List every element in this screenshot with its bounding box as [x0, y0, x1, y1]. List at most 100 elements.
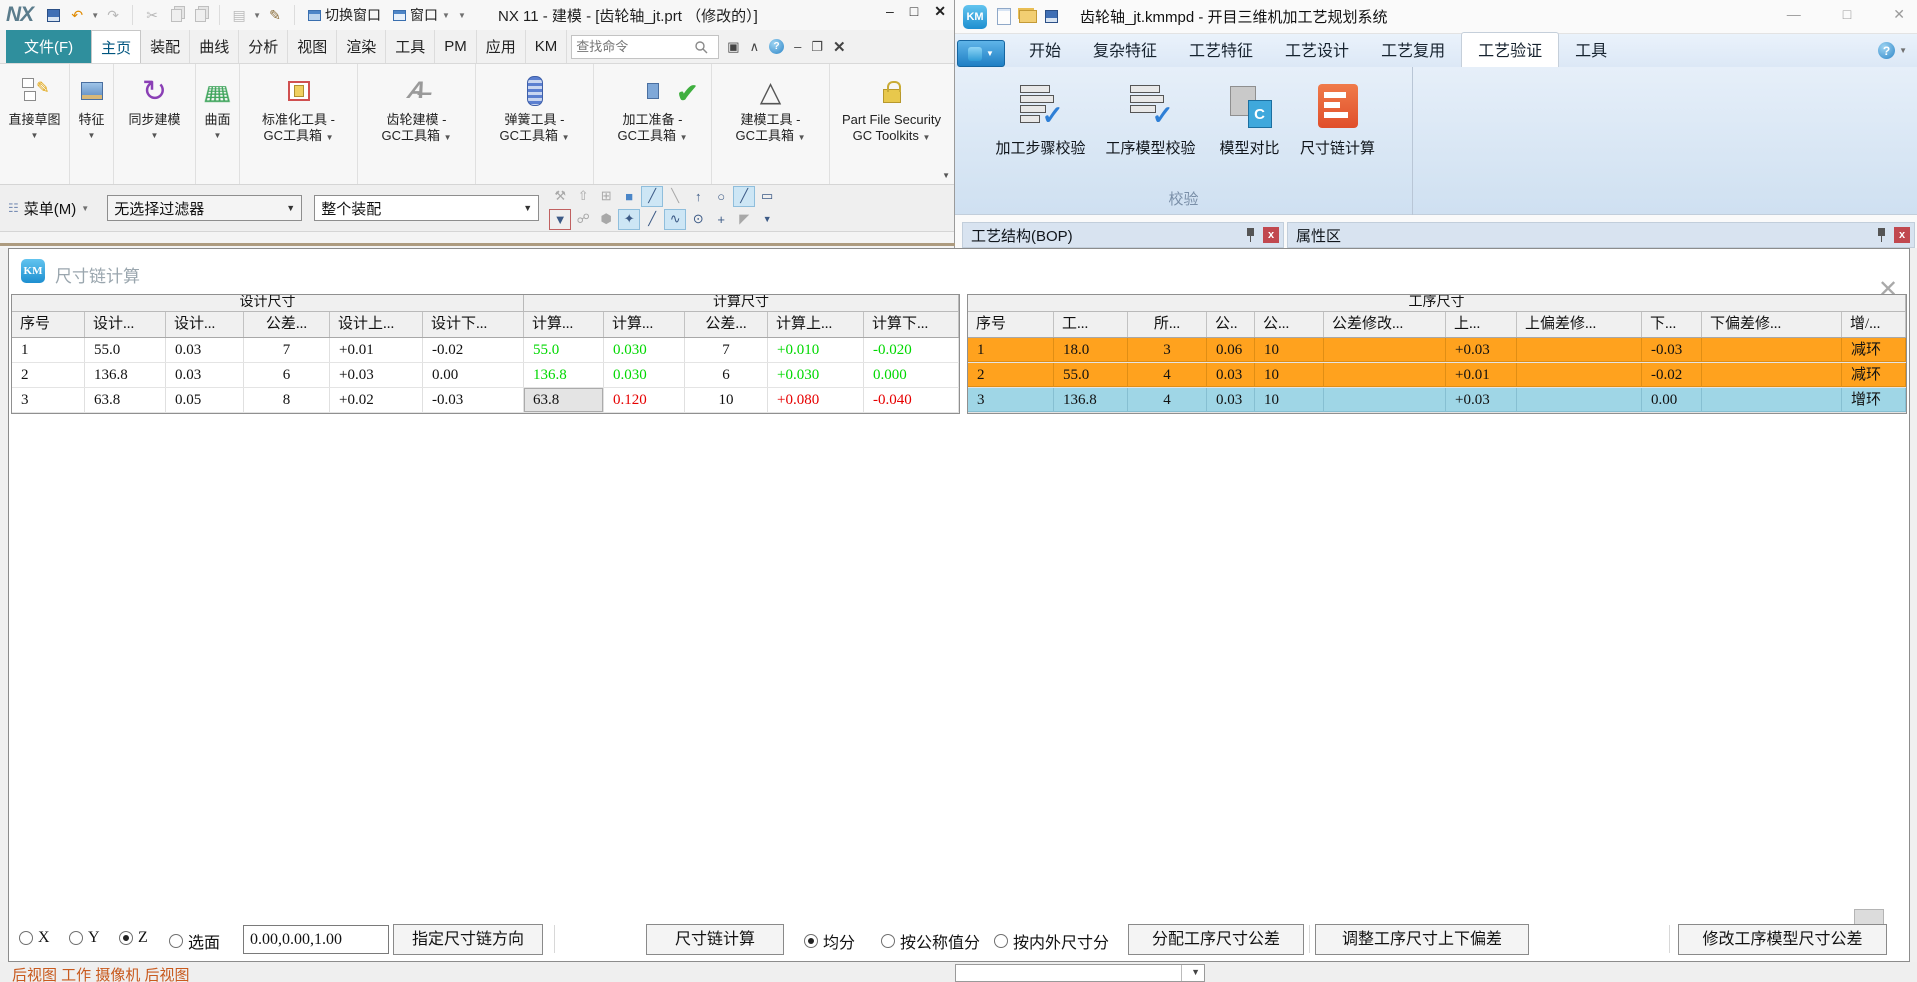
- nominal-split-radio[interactable]: 按公称值分: [881, 929, 980, 953]
- new-file-icon[interactable]: [997, 8, 1011, 25]
- modify-model-tolerance-button[interactable]: 修改工序模型尺寸公差: [1678, 924, 1887, 955]
- calculate-chain-button[interactable]: 尺寸链计算: [646, 924, 784, 955]
- column-header[interactable]: 增/...: [1842, 312, 1906, 337]
- ribbon-standard-tools[interactable]: 标准化工具 -GC工具箱 ▼: [240, 64, 358, 184]
- close-panel-icon[interactable]: x: [1263, 227, 1279, 243]
- table-cell[interactable]: 0.030: [604, 338, 685, 362]
- km-tab-process-reuse[interactable]: 工艺复用: [1365, 33, 1461, 67]
- machining-step-verify-button[interactable]: ✓ 加工步骤校验: [989, 75, 1093, 158]
- qat-overflow-icon[interactable]: ▼: [458, 11, 466, 20]
- column-header[interactable]: 上偏差修...: [1517, 312, 1642, 337]
- table-cell[interactable]: 136.8: [85, 363, 166, 387]
- column-header[interactable]: 公差...: [244, 312, 330, 337]
- menu-button[interactable]: ☷ 菜单(M) ▼: [0, 198, 97, 219]
- snap-spline-icon[interactable]: ∿: [664, 209, 686, 230]
- operation-model-verify-button[interactable]: ✓ 工序模型校验: [1099, 75, 1203, 158]
- table-cell[interactable]: 55.0: [85, 338, 166, 362]
- table-row[interactable]: 363.80.058+0.02-0.0363.80.12010+0.080-0.…: [12, 388, 959, 413]
- column-header[interactable]: 设计...: [85, 312, 166, 337]
- copy-icon[interactable]: [166, 5, 186, 25]
- table-cell[interactable]: -0.02: [1642, 363, 1702, 387]
- table-cell[interactable]: -0.020: [864, 338, 959, 362]
- table-cell[interactable]: 136.8: [1054, 388, 1128, 412]
- table-cell[interactable]: 0.00: [1642, 388, 1702, 412]
- nx-tab-curve[interactable]: 曲线: [190, 30, 239, 63]
- ribbon-surface[interactable]: ▦ 曲面 ▼: [196, 64, 240, 184]
- table-cell[interactable]: 3: [12, 388, 85, 412]
- table-cell[interactable]: 55.0: [524, 338, 604, 362]
- feather-icon[interactable]: ✎: [265, 5, 285, 25]
- table-cell[interactable]: 4: [1128, 363, 1207, 387]
- specify-direction-button[interactable]: 指定尺寸链方向: [393, 924, 543, 955]
- nx-tab-pm[interactable]: PM: [435, 30, 477, 63]
- property-panel-header[interactable]: 属性区 x: [1287, 222, 1915, 248]
- column-header[interactable]: 设计...: [166, 312, 244, 337]
- nx-tab-view[interactable]: 视图: [288, 30, 337, 63]
- table-cell[interactable]: +0.03: [330, 363, 423, 387]
- snap-midpoint-icon[interactable]: ✦: [618, 209, 640, 230]
- km-save-icon[interactable]: [1045, 10, 1058, 23]
- window-menu-button[interactable]: 窗口 ▼: [389, 5, 454, 25]
- selection-scope-combo[interactable]: 整个装配▼: [314, 195, 539, 221]
- partial-combo[interactable]: ▼: [955, 964, 1205, 982]
- ribbon-machining-prep[interactable]: ✔ 加工准备 -GC工具箱 ▼: [594, 64, 712, 184]
- table-cell[interactable]: 10: [1255, 363, 1324, 387]
- table-cell[interactable]: 0.120: [604, 388, 685, 412]
- ribbon-part-file-security[interactable]: Part File SecurityGC Toolkits ▼ ▼: [830, 64, 953, 184]
- table-cell[interactable]: +0.080: [768, 388, 864, 412]
- axis-z-radio[interactable]: Z: [119, 929, 148, 947]
- table-cell[interactable]: 18.0: [1054, 338, 1128, 362]
- table-cell[interactable]: 55.0: [1054, 363, 1128, 387]
- table-cell[interactable]: [1324, 338, 1446, 362]
- equal-split-radio[interactable]: 均分: [804, 929, 855, 953]
- table-cell[interactable]: -0.03: [1642, 338, 1702, 362]
- table-cell[interactable]: 10: [1255, 388, 1324, 412]
- km-minimize-button[interactable]: —: [1787, 6, 1801, 23]
- table-cell[interactable]: -0.040: [864, 388, 959, 412]
- column-header[interactable]: 计算...: [604, 312, 685, 337]
- table-row[interactable]: 118.030.0610+0.03-0.03减环: [968, 338, 1906, 363]
- nx-tab-home[interactable]: 主页: [91, 30, 141, 63]
- table-cell[interactable]: 0.00: [423, 363, 524, 387]
- column-header[interactable]: 计算上...: [768, 312, 864, 337]
- km-tab-process-design[interactable]: 工艺设计: [1269, 33, 1365, 67]
- nx-close-button[interactable]: ✕: [934, 3, 946, 20]
- table-cell[interactable]: 2: [12, 363, 85, 387]
- column-header[interactable]: 下...: [1642, 312, 1702, 337]
- table-cell[interactable]: 减环: [1842, 363, 1906, 387]
- table-cell[interactable]: +0.02: [330, 388, 423, 412]
- table-cell[interactable]: 8: [244, 388, 330, 412]
- column-header[interactable]: 下偏差修...: [1702, 312, 1842, 337]
- table-cell[interactable]: 0.03: [1207, 388, 1255, 412]
- table-cell[interactable]: 63.8: [85, 388, 166, 412]
- nx-tab-tools[interactable]: 工具: [386, 30, 435, 63]
- snap-quad-icon[interactable]: ◤: [733, 209, 755, 230]
- table-cell[interactable]: 增环: [1842, 388, 1906, 412]
- save-icon[interactable]: [43, 5, 63, 25]
- nx-tab-analysis[interactable]: 分析: [239, 30, 288, 63]
- paste-icon[interactable]: [190, 5, 210, 25]
- link-icon[interactable]: ☍: [572, 209, 594, 230]
- nx-restore2-icon[interactable]: ❐: [811, 39, 823, 55]
- nx-tab-km[interactable]: KM: [526, 30, 568, 63]
- select-face-radio[interactable]: 选面: [169, 929, 220, 953]
- table-cell[interactable]: 6: [685, 363, 768, 387]
- close-panel-icon[interactable]: x: [1894, 227, 1910, 243]
- model-compare-button[interactable]: C 模型对比: [1209, 75, 1291, 158]
- table-cell[interactable]: [1324, 363, 1446, 387]
- column-header[interactable]: 所...: [1128, 312, 1207, 337]
- table-cell[interactable]: 0.000: [864, 363, 959, 387]
- bop-panel-header[interactable]: 工艺结构(BOP) x: [962, 222, 1284, 248]
- table-cell[interactable]: [1324, 388, 1446, 412]
- table-row[interactable]: 3136.840.0310+0.030.00增环: [968, 388, 1906, 413]
- table-cell[interactable]: 1: [968, 338, 1054, 362]
- table-cell[interactable]: 136.8: [524, 363, 604, 387]
- ribbon-spring-tools[interactable]: 弹簧工具 -GC工具箱 ▼: [476, 64, 594, 184]
- table-row[interactable]: 255.040.0310+0.01-0.02减环: [968, 363, 1906, 388]
- nx-maximize-button[interactable]: □: [910, 3, 918, 20]
- table-cell[interactable]: 0.03: [166, 363, 244, 387]
- table-cell[interactable]: -0.02: [423, 338, 524, 362]
- table-cell[interactable]: [1702, 388, 1842, 412]
- nx-file-menu[interactable]: 文件(F): [6, 30, 91, 63]
- table-cell[interactable]: [1702, 363, 1842, 387]
